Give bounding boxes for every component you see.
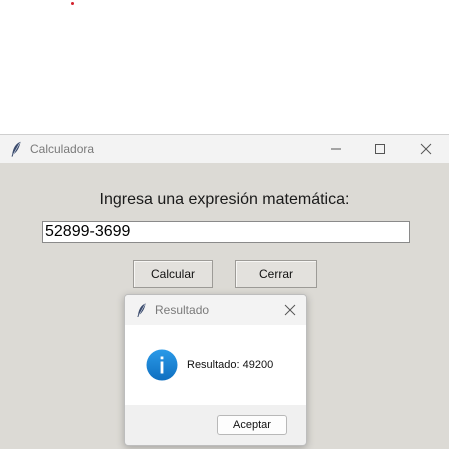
close-icon bbox=[420, 143, 432, 155]
accept-button[interactable]: Aceptar bbox=[217, 415, 287, 435]
expression-prompt: Ingresa una expresión matemática: bbox=[99, 191, 350, 208]
close-icon bbox=[284, 304, 296, 316]
info-icon bbox=[146, 349, 178, 381]
maximize-button[interactable] bbox=[358, 135, 402, 163]
dialog-title: Resultado bbox=[155, 303, 210, 317]
result-message: Resultado: 49200 bbox=[187, 359, 274, 371]
minimize-button[interactable] bbox=[314, 135, 358, 163]
maximize-icon bbox=[375, 144, 385, 154]
minimize-icon bbox=[331, 148, 341, 150]
result-dialog: Resultado Resultado: 49200 Aceptar bbox=[124, 294, 307, 446]
feather-icon bbox=[137, 303, 146, 317]
feather-icon bbox=[11, 141, 21, 157]
window-close-button[interactable] bbox=[404, 135, 448, 163]
window-title: Calculadora bbox=[30, 142, 95, 156]
marker-dot bbox=[71, 2, 74, 5]
dialog-close-button[interactable] bbox=[280, 300, 300, 320]
calculate-button[interactable]: Calcular bbox=[133, 260, 213, 288]
dialog-titlebar[interactable]: Resultado bbox=[125, 295, 306, 325]
desktop: Calculadora Ingresa una expresión matemá… bbox=[0, 0, 449, 449]
window-titlebar[interactable]: Calculadora bbox=[0, 135, 449, 163]
close-app-button[interactable]: Cerrar bbox=[235, 260, 317, 288]
expression-input[interactable] bbox=[42, 221, 410, 243]
dialog-body: Resultado: 49200 bbox=[125, 325, 306, 405]
